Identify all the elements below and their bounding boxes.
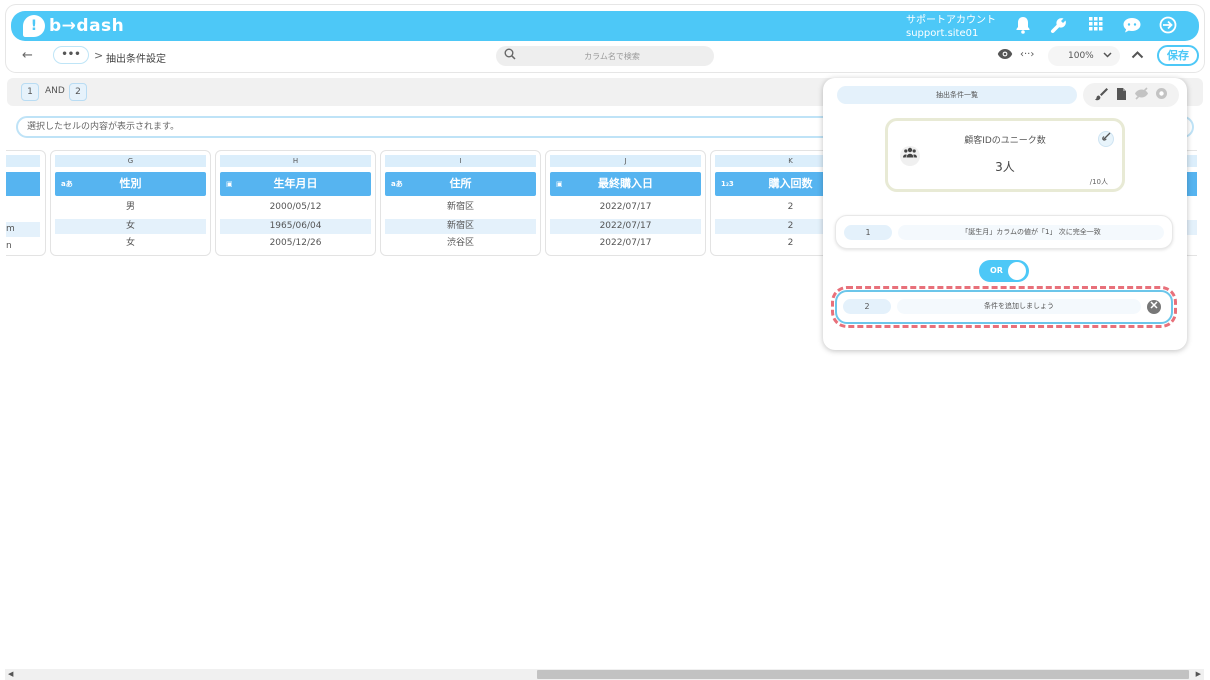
table-cell[interactable]: 新宿区 <box>385 200 536 215</box>
column-header[interactable]: aあ 性別 <box>55 172 206 196</box>
account-name: サポートアカウント <box>906 15 996 26</box>
unique-count-card: 顧客IDのユニーク数 3人 /10人 <box>885 118 1125 192</box>
toggle-label: OR <box>990 266 1003 275</box>
table-cell[interactable]: 2005/12/26 <box>220 236 371 251</box>
column-letter[interactable]: H <box>220 155 371 167</box>
condition-rule-1[interactable]: 1 「誕生月」カラムの値が「1」 次に完全一致 <box>835 215 1173 249</box>
column-search[interactable] <box>496 46 714 66</box>
condition-chip-2[interactable]: 2 <box>69 83 87 101</box>
column-header-label: 住所 <box>449 177 472 190</box>
close-icon[interactable] <box>1147 300 1161 314</box>
logo[interactable]: ! b→dash <box>23 15 124 37</box>
zoom-value: 100% <box>1068 51 1094 61</box>
table-cell[interactable]: 1965/06/04 <box>220 219 371 234</box>
column-header-label: 生年月日 <box>273 177 318 190</box>
condition-chip-1[interactable]: 1 <box>21 83 39 101</box>
save-button[interactable]: 保存 <box>1157 45 1199 66</box>
search-input[interactable] <box>522 48 702 64</box>
table-cell[interactable]: n <box>6 239 40 254</box>
logo-text: b→dash <box>49 16 125 36</box>
bell-icon[interactable] <box>1013 16 1033 36</box>
add-condition-prompt[interactable]: 条件を追加しましょう <box>897 299 1141 314</box>
reset-icon[interactable] <box>1153 87 1169 103</box>
table-cell[interactable]: m <box>6 222 40 237</box>
logout-icon[interactable] <box>1158 16 1178 36</box>
grid-icon[interactable] <box>1086 16 1106 36</box>
condition-list-panel: 抽出条件一覧 顧客IDのユニーク数 3人 /10人 1 「誕生月」カラムの値が「… <box>823 78 1187 350</box>
column-header[interactable]: aあ 住所 <box>385 172 536 196</box>
back-button[interactable]: ← <box>22 48 33 63</box>
text-type-icon: aあ <box>61 180 73 188</box>
chevron-up-icon[interactable] <box>1131 48 1144 63</box>
breadcrumb-separator: > <box>94 49 104 62</box>
panel-toolbar <box>1083 83 1179 107</box>
table-cell[interactable]: 2000/05/12 <box>220 200 371 215</box>
text-type-icon: aあ <box>391 180 403 188</box>
summary-label: 顧客IDのユニーク数 <box>964 136 1046 146</box>
logo-mark-icon: ! <box>23 15 45 37</box>
column-letter[interactable]: J <box>550 155 701 167</box>
table-cell[interactable]: 新宿区 <box>385 219 536 234</box>
column-letter[interactable]: G <box>55 155 206 167</box>
column-header-label: 性別 <box>119 177 142 190</box>
account-id: support.site01 <box>906 28 979 39</box>
calendar-icon: ▣ <box>226 180 233 188</box>
column-header[interactable]: ▣ 生年月日 <box>220 172 371 196</box>
table-cell[interactable]: 女 <box>55 236 206 251</box>
column-header-label: 最終購入日 <box>598 177 653 190</box>
rule-number: 1 <box>844 225 892 240</box>
top-bar: ! b→dash サポートアカウント support.site01 ← ••• … <box>6 5 1204 72</box>
column-i: I aあ 住所 新宿区 新宿区 渋谷区 <box>380 150 541 256</box>
table-cell[interactable] <box>6 205 40 220</box>
column-header[interactable]: ▣ 最終購入日 <box>550 172 701 196</box>
brush-icon[interactable] <box>1093 87 1109 103</box>
chevron-down-icon <box>1103 46 1112 66</box>
number-type-icon: 1₂3 <box>721 180 734 188</box>
toggle-knob <box>1008 262 1026 280</box>
table-cell[interactable]: 男 <box>55 200 206 215</box>
table-cell[interactable]: 2022/07/17 <box>550 236 701 251</box>
summary-total: /10人 <box>1089 178 1108 186</box>
horizontal-scrollbar[interactable]: ◀ ▶ <box>5 669 1204 680</box>
table-cell[interactable]: 女 <box>55 219 206 234</box>
document-icon[interactable] <box>1113 87 1129 103</box>
summary-value: 3人 <box>995 160 1015 174</box>
scroll-right-icon[interactable]: ▶ <box>1196 670 1201 678</box>
search-icon <box>504 48 516 63</box>
rule-text[interactable]: 「誕生月」カラムの値が「1」 次に完全一致 <box>898 225 1164 240</box>
panel-title[interactable]: 抽出条件一覧 <box>837 86 1077 104</box>
column-letter[interactable]: I <box>385 155 536 167</box>
zoom-select[interactable]: 100% <box>1048 46 1120 66</box>
column-j: J ▣ 最終購入日 2022/07/17 2022/07/17 2022/07/… <box>545 150 706 256</box>
column-header[interactable] <box>6 172 40 196</box>
condition-rule-2[interactable]: 2 条件を追加しましょう <box>835 290 1173 324</box>
condition-operator: AND <box>45 86 65 96</box>
column-partial-left: m n <box>6 150 46 256</box>
scrollbar-thumb[interactable] <box>537 670 1189 679</box>
eye-icon[interactable] <box>997 48 1013 64</box>
hide-icon[interactable] <box>1133 87 1149 103</box>
calendar-icon: ▣ <box>556 180 563 188</box>
unlink-icon[interactable] <box>1098 131 1114 147</box>
column-header-label: 購入回数 <box>768 177 813 190</box>
column-letter <box>6 155 40 167</box>
scroll-left-icon[interactable]: ◀ <box>8 670 13 678</box>
table-cell[interactable]: 2022/07/17 <box>550 219 701 234</box>
account-info[interactable]: サポートアカウント support.site01 <box>906 14 996 40</box>
chat-icon[interactable] <box>1122 16 1142 36</box>
column-g: G aあ 性別 男 女 女 <box>50 150 211 256</box>
table-cell[interactable]: 2022/07/17 <box>550 200 701 215</box>
column-h: H ▣ 生年月日 2000/05/12 1965/06/04 2005/12/2… <box>215 150 376 256</box>
code-icon[interactable]: ‹··› <box>1020 49 1034 60</box>
page: ! b→dash サポートアカウント support.site01 ← ••• … <box>0 0 1210 680</box>
wrench-icon[interactable] <box>1049 16 1069 36</box>
more-button[interactable]: ••• <box>53 46 89 64</box>
app-header: ! b→dash サポートアカウント support.site01 <box>11 11 1199 41</box>
or-toggle[interactable]: OR <box>979 260 1029 282</box>
breadcrumb[interactable]: 抽出条件設定 <box>106 50 166 65</box>
table-cell[interactable]: 渋谷区 <box>385 236 536 251</box>
rule-number: 2 <box>843 299 891 314</box>
